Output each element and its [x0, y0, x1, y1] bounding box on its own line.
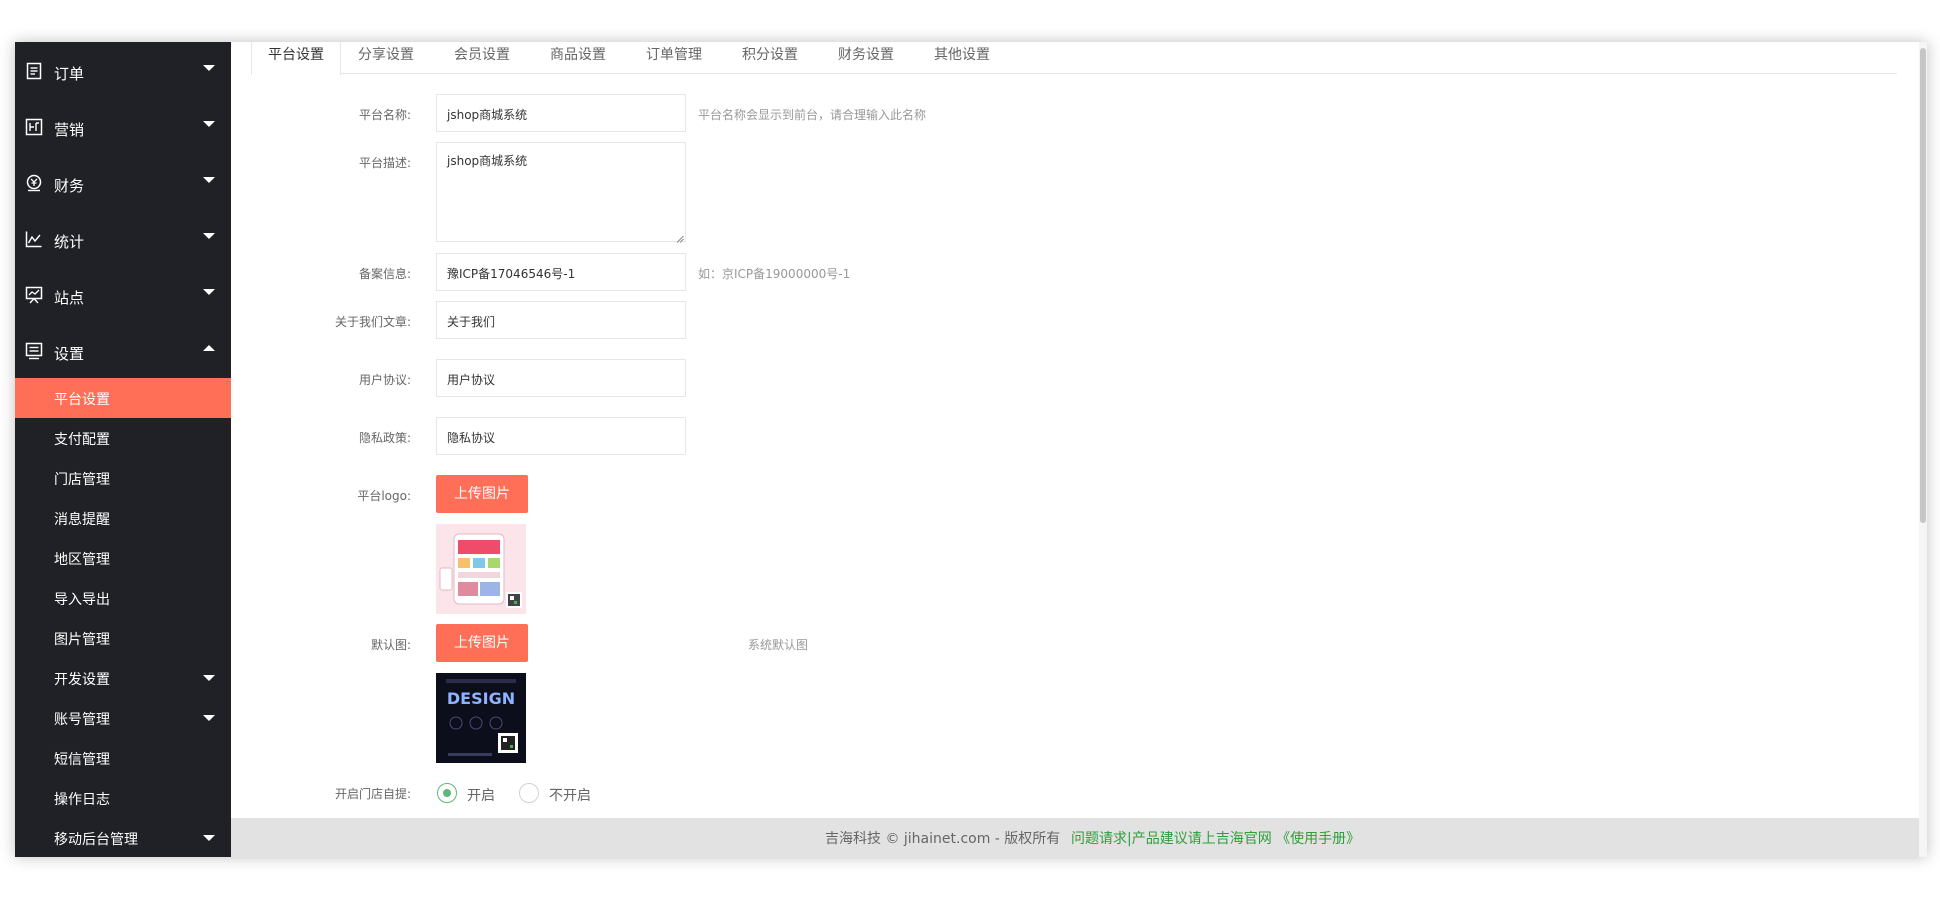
caret-down-icon: [202, 61, 216, 75]
privacy-label: 隐私政策:: [358, 431, 411, 445]
about-us-input[interactable]: 关于我们: [436, 301, 686, 339]
sidebar-subitem-image-management[interactable]: 图片管理: [15, 618, 231, 658]
sidebar-subitem-label: 平台设置: [54, 392, 110, 408]
sidebar-subitem-label: 账号管理: [54, 712, 110, 728]
tab-order-management[interactable]: 订单管理: [646, 42, 702, 74]
sidebar-subitem-region-management[interactable]: 地区管理: [15, 538, 231, 578]
about-us-label: 关于我们文章:: [334, 315, 411, 329]
sidebar-subitem-store-management[interactable]: 门店管理: [15, 458, 231, 498]
logo-image[interactable]: [436, 524, 526, 614]
store-pickup-on-radio[interactable]: 开启: [437, 783, 497, 805]
settings-tabs: 平台设置 分享设置 会员设置 商品设置 订单管理 积分设置 财务设置 其他设置: [251, 42, 1897, 75]
tab-goods-settings[interactable]: 商品设置: [550, 42, 606, 74]
tab-finance-settings[interactable]: 财务设置: [838, 42, 894, 74]
default-image[interactable]: DESIGN: [436, 673, 526, 763]
store-pickup-on-label: 开启: [467, 788, 495, 804]
sidebar-item-label: 设置: [54, 345, 85, 363]
sidebar-subitem-mobile-admin[interactable]: 移动后台管理: [15, 818, 231, 857]
icp-hint: 如：京ICP备19000000号-1: [698, 267, 851, 281]
default-image-title: DESIGN: [447, 689, 515, 708]
app-window: 订单 营销 财务 统计 站点 设置 平台设置 支付配置 门店管理 消息提醒 地区…: [15, 42, 1927, 857]
sidebar-item-label: 统计: [54, 233, 85, 251]
sidebar-subitem-label: 门店管理: [54, 472, 110, 488]
sidebar-item-promotion[interactable]: 营销: [15, 98, 231, 154]
sidebar-subitem-import-export[interactable]: 导入导出: [15, 578, 231, 618]
caret-down-icon: [202, 831, 216, 845]
store-pickup-off-radio[interactable]: 不开启: [519, 783, 599, 805]
caret-down-icon: [202, 229, 216, 243]
platform-desc-value: jshop商城系统: [447, 154, 528, 168]
icp-input[interactable]: 豫ICP备17046546号-1: [436, 253, 686, 291]
store-pickup-off-label: 不开启: [549, 788, 591, 804]
promotion-icon: [25, 118, 43, 136]
sidebar-item-label: 订单: [54, 65, 85, 83]
upload-logo-button[interactable]: 上传图片: [436, 475, 528, 513]
site-icon: [25, 286, 43, 304]
chart-icon: [25, 230, 43, 248]
sidebar-item-label: 营销: [54, 121, 85, 139]
footer-help-link[interactable]: 问题请求|产品建议请上吉海官网 《使用手册》: [1071, 828, 1360, 848]
sidebar-subitem-label: 操作日志: [54, 792, 110, 808]
sidebar-subitem-operation-log[interactable]: 操作日志: [15, 778, 231, 818]
tab-other-settings[interactable]: 其他设置: [934, 42, 990, 74]
sidebar-item-settings[interactable]: 设置: [15, 322, 231, 378]
platform-desc-label: 平台描述:: [358, 156, 411, 170]
resize-handle-icon[interactable]: [676, 232, 684, 243]
radio-checked-icon: [437, 783, 457, 803]
caret-down-icon: [202, 285, 216, 299]
sidebar-subitem-label: 图片管理: [54, 632, 110, 648]
caret-down-icon: [202, 117, 216, 131]
sidebar-item-order[interactable]: 订单: [15, 42, 231, 98]
footer-copyright: 吉海科技 © jihainet.com - 版权所有: [825, 831, 1061, 847]
store-pickup-label: 开启门店自提:: [334, 787, 411, 801]
sidebar: 订单 营销 财务 统计 站点 设置 平台设置 支付配置 门店管理 消息提醒 地区…: [15, 42, 231, 857]
sidebar-subitem-label: 移动后台管理: [54, 832, 138, 848]
logo-label: 平台logo:: [357, 489, 411, 503]
scrollbar-thumb[interactable]: [1920, 48, 1926, 523]
sidebar-subitem-platform-settings[interactable]: 平台设置: [15, 378, 231, 418]
sidebar-subitem-message-reminder[interactable]: 消息提醒: [15, 498, 231, 538]
sidebar-subitem-account-management[interactable]: 账号管理: [15, 698, 231, 738]
radio-unchecked-icon: [519, 783, 539, 803]
sidebar-subitem-dev-settings[interactable]: 开发设置: [15, 658, 231, 698]
caret-up-icon: [202, 341, 216, 355]
sidebar-subitem-label: 地区管理: [54, 552, 110, 568]
sidebar-subitem-payment-config[interactable]: 支付配置: [15, 418, 231, 458]
sidebar-item-finance[interactable]: 财务: [15, 154, 231, 210]
sidebar-subitem-sms-management[interactable]: 短信管理: [15, 738, 231, 778]
sidebar-subitem-label: 支付配置: [54, 432, 110, 448]
settings-icon: [25, 342, 43, 360]
icp-label: 备案信息:: [358, 267, 411, 281]
default-image-hint: 系统默认图: [748, 638, 809, 652]
sidebar-subitem-label: 短信管理: [54, 752, 110, 768]
tab-share-settings[interactable]: 分享设置: [358, 42, 414, 74]
platform-name-input[interactable]: jshop商城系统: [436, 94, 686, 132]
sidebar-item-label: 站点: [54, 289, 85, 307]
user-agreement-label: 用户协议:: [358, 373, 411, 387]
upload-default-image-button[interactable]: 上传图片: [436, 624, 528, 662]
user-agreement-input[interactable]: 用户协议: [436, 359, 686, 397]
vertical-scrollbar[interactable]: [1919, 42, 1927, 857]
sidebar-subitem-label: 导入导出: [54, 592, 110, 608]
platform-name-label: 平台名称:: [358, 108, 411, 122]
caret-down-icon: [202, 671, 216, 685]
finance-icon: [25, 174, 43, 192]
order-icon: [25, 62, 43, 80]
tab-member-settings[interactable]: 会员设置: [454, 42, 510, 74]
platform-name-hint: 平台名称会显示到前台，请合理输入此名称: [698, 108, 927, 122]
platform-desc-textarea[interactable]: jshop商城系统: [436, 142, 686, 243]
tab-points-settings[interactable]: 积分设置: [742, 42, 798, 74]
main-content: 平台设置 分享设置 会员设置 商品设置 订单管理 积分设置 财务设置 其他设置 …: [231, 42, 1927, 857]
sidebar-subitem-label: 消息提醒: [54, 512, 110, 528]
footer: 吉海科技 © jihainet.com - 版权所有 问题请求|产品建议请上吉海…: [231, 818, 1927, 857]
sidebar-item-statistics[interactable]: 统计: [15, 210, 231, 266]
sidebar-subitem-label: 开发设置: [54, 672, 110, 688]
privacy-input[interactable]: 隐私协议: [436, 417, 686, 455]
sidebar-item-site[interactable]: 站点: [15, 266, 231, 322]
default-image-label: 默认图:: [370, 638, 411, 652]
sidebar-item-label: 财务: [54, 177, 85, 195]
caret-down-icon: [202, 711, 216, 725]
caret-down-icon: [202, 173, 216, 187]
tab-platform-settings[interactable]: 平台设置: [251, 42, 341, 75]
